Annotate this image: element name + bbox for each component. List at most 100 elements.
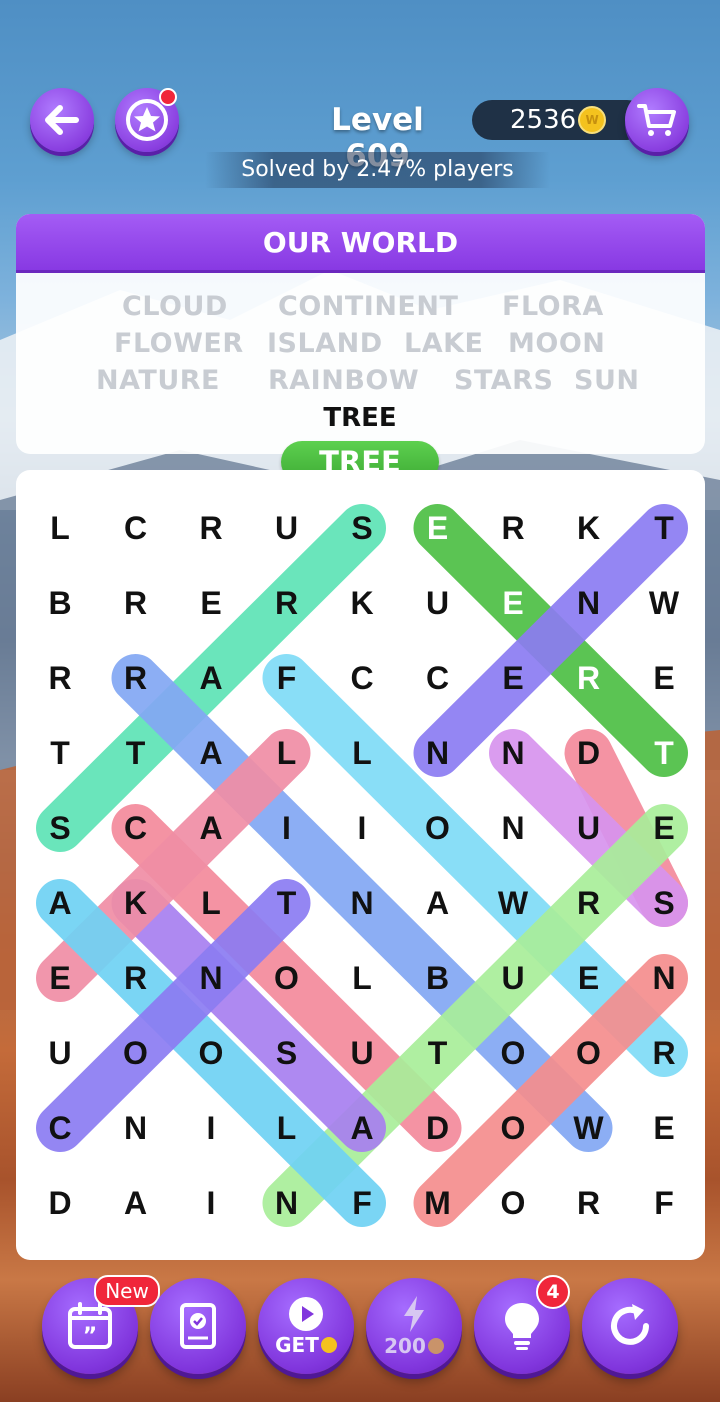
journal-button[interactable] bbox=[150, 1278, 246, 1374]
grid-cell[interactable]: B bbox=[401, 941, 475, 1015]
grid-cell[interactable]: F bbox=[627, 1166, 701, 1240]
grid-cell[interactable]: F bbox=[325, 1166, 399, 1240]
grid-cell[interactable]: U bbox=[401, 566, 475, 640]
grid-cell[interactable]: U bbox=[476, 941, 550, 1015]
grid-cell[interactable]: R bbox=[627, 1016, 701, 1090]
grid-cell[interactable]: C bbox=[99, 791, 173, 865]
grid-cell[interactable]: L bbox=[250, 716, 324, 790]
grid-cell[interactable]: L bbox=[23, 491, 97, 565]
grid-cell[interactable]: A bbox=[174, 716, 248, 790]
grid-cell[interactable]: O bbox=[174, 1016, 248, 1090]
grid-cell[interactable]: A bbox=[174, 641, 248, 715]
power-up-button[interactable]: 200 bbox=[366, 1278, 462, 1374]
grid-cell[interactable]: O bbox=[476, 1016, 550, 1090]
grid-cell[interactable]: U bbox=[325, 1016, 399, 1090]
grid-cell[interactable]: A bbox=[23, 866, 97, 940]
grid-cell[interactable]: T bbox=[99, 716, 173, 790]
coin-count: 2536 bbox=[510, 105, 577, 135]
shuffle-button[interactable] bbox=[582, 1278, 678, 1374]
grid-cell[interactable]: T bbox=[401, 1016, 475, 1090]
grid-cell[interactable]: D bbox=[401, 1091, 475, 1165]
shop-button[interactable] bbox=[625, 88, 689, 152]
grid-cell[interactable]: S bbox=[627, 866, 701, 940]
grid-cell[interactable]: K bbox=[552, 491, 626, 565]
grid-cell[interactable]: L bbox=[250, 1091, 324, 1165]
grid-cell[interactable]: C bbox=[401, 641, 475, 715]
grid-cell[interactable]: O bbox=[401, 791, 475, 865]
grid-cell[interactable]: E bbox=[174, 566, 248, 640]
grid-cell[interactable]: R bbox=[99, 641, 173, 715]
grid-cell[interactable]: I bbox=[174, 1091, 248, 1165]
grid-cell[interactable]: M bbox=[401, 1166, 475, 1240]
grid-cell[interactable]: R bbox=[23, 641, 97, 715]
grid-cell[interactable]: T bbox=[250, 866, 324, 940]
grid-cell[interactable]: I bbox=[325, 791, 399, 865]
grid-cell[interactable]: E bbox=[476, 641, 550, 715]
grid-cell[interactable]: W bbox=[627, 566, 701, 640]
watch-ad-button[interactable]: GET bbox=[258, 1278, 354, 1374]
grid-cell[interactable]: O bbox=[99, 1016, 173, 1090]
grid-cell[interactable]: O bbox=[250, 941, 324, 1015]
grid-cell[interactable]: T bbox=[23, 716, 97, 790]
grid-cell[interactable]: A bbox=[174, 791, 248, 865]
grid-cell[interactable]: K bbox=[325, 566, 399, 640]
grid-cell[interactable]: K bbox=[99, 866, 173, 940]
grid-cell[interactable]: R bbox=[552, 866, 626, 940]
grid-cell[interactable]: T bbox=[627, 491, 701, 565]
grid-cell[interactable]: A bbox=[401, 866, 475, 940]
grid-cell[interactable]: N bbox=[174, 941, 248, 1015]
grid-cell[interactable]: L bbox=[174, 866, 248, 940]
grid-cell[interactable]: W bbox=[552, 1091, 626, 1165]
grid-cell[interactable]: N bbox=[99, 1091, 173, 1165]
grid-cell[interactable]: O bbox=[476, 1091, 550, 1165]
grid-cell[interactable]: U bbox=[23, 1016, 97, 1090]
grid-cell[interactable]: W bbox=[476, 866, 550, 940]
letter-grid[interactable]: LCRUSERKTBRERKUENWRRAFCCERETTALLNNDTSCAI… bbox=[16, 470, 705, 1260]
grid-cell[interactable]: T bbox=[627, 716, 701, 790]
grid-cell[interactable]: A bbox=[99, 1166, 173, 1240]
grid-cell[interactable]: I bbox=[174, 1166, 248, 1240]
grid-cell[interactable]: A bbox=[325, 1091, 399, 1165]
grid-cell[interactable]: L bbox=[325, 716, 399, 790]
grid-cell[interactable]: O bbox=[552, 1016, 626, 1090]
grid-cell[interactable]: E bbox=[627, 641, 701, 715]
grid-cell[interactable]: C bbox=[99, 491, 173, 565]
grid-cell[interactable]: N bbox=[552, 566, 626, 640]
grid-cell[interactable]: E bbox=[627, 1091, 701, 1165]
grid-cell[interactable]: C bbox=[325, 641, 399, 715]
grid-cell[interactable]: N bbox=[476, 791, 550, 865]
grid-cell[interactable]: R bbox=[174, 491, 248, 565]
grid-cell[interactable]: I bbox=[250, 791, 324, 865]
favorites-button[interactable] bbox=[115, 88, 179, 152]
grid-cell[interactable]: N bbox=[401, 716, 475, 790]
grid-cell[interactable]: R bbox=[552, 1166, 626, 1240]
grid-cell[interactable]: B bbox=[23, 566, 97, 640]
grid-cell[interactable]: N bbox=[325, 866, 399, 940]
grid-cell[interactable]: U bbox=[552, 791, 626, 865]
grid-cell[interactable]: S bbox=[325, 491, 399, 565]
grid-cell[interactable]: N bbox=[476, 716, 550, 790]
grid-cell[interactable]: E bbox=[23, 941, 97, 1015]
grid-cell[interactable]: F bbox=[250, 641, 324, 715]
grid-cell[interactable]: E bbox=[401, 491, 475, 565]
grid-cell[interactable]: E bbox=[476, 566, 550, 640]
back-button[interactable] bbox=[30, 88, 94, 152]
grid-cell[interactable]: U bbox=[250, 491, 324, 565]
grid-cell[interactable]: R bbox=[99, 941, 173, 1015]
grid-cell[interactable]: E bbox=[627, 791, 701, 865]
grid-cell[interactable]: L bbox=[325, 941, 399, 1015]
grid-cell[interactable]: O bbox=[476, 1166, 550, 1240]
grid-cell[interactable]: E bbox=[552, 941, 626, 1015]
grid-cell[interactable]: N bbox=[250, 1166, 324, 1240]
grid-cell[interactable]: R bbox=[250, 566, 324, 640]
grid-cell[interactable]: R bbox=[99, 566, 173, 640]
grid-cell[interactable]: R bbox=[476, 491, 550, 565]
grid-cell[interactable]: R bbox=[552, 641, 626, 715]
grid-cell[interactable]: S bbox=[250, 1016, 324, 1090]
grid-cell[interactable]: C bbox=[23, 1091, 97, 1165]
cart-icon bbox=[637, 104, 676, 136]
grid-cell[interactable]: S bbox=[23, 791, 97, 865]
grid-cell[interactable]: N bbox=[627, 941, 701, 1015]
grid-cell[interactable]: D bbox=[23, 1166, 97, 1240]
grid-cell[interactable]: D bbox=[552, 716, 626, 790]
